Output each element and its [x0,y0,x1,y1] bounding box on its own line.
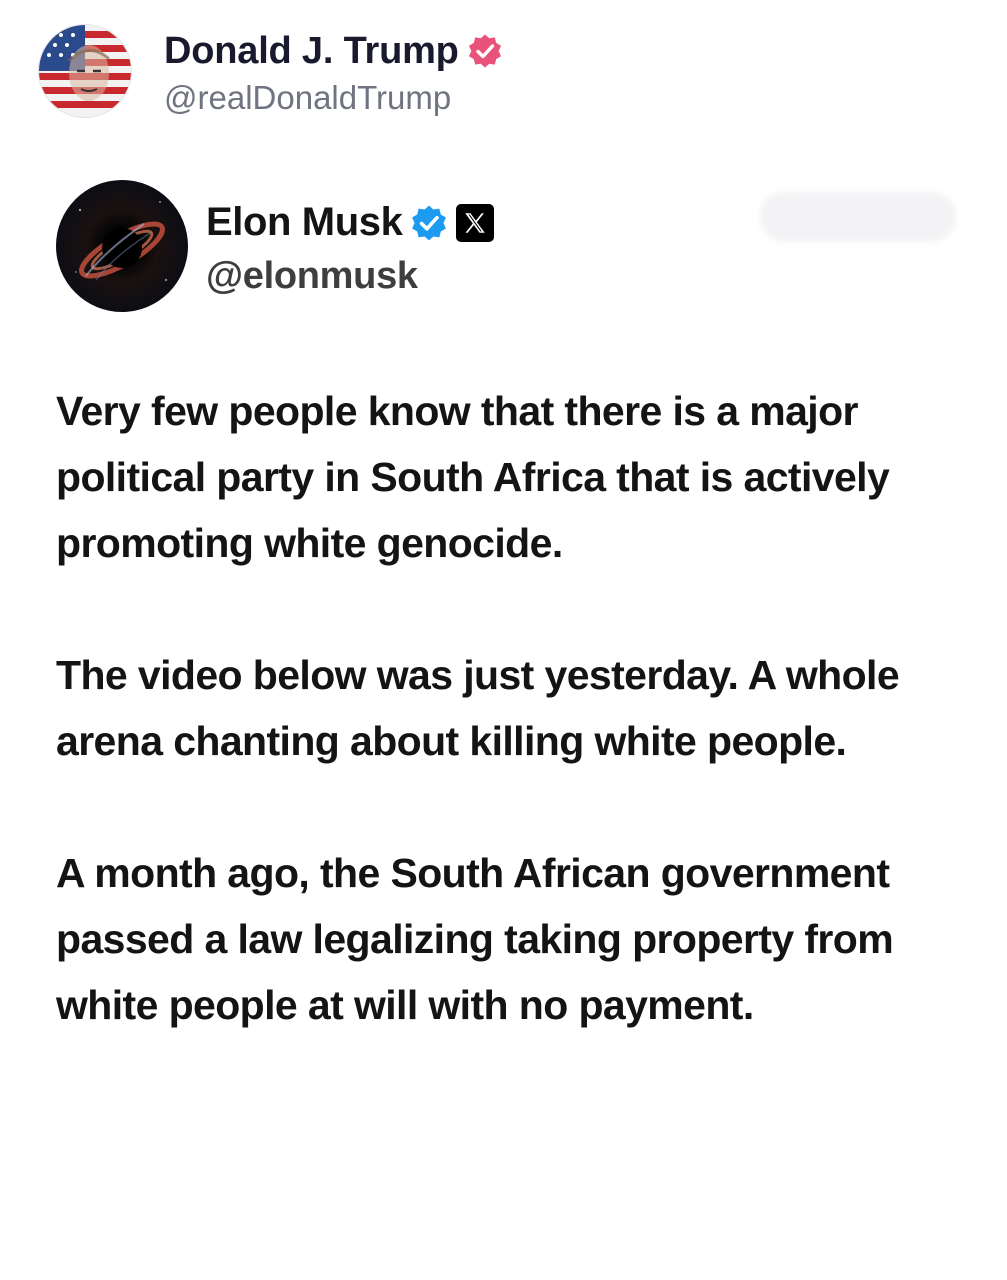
quoted-post-body: Very few people know that there is a maj… [56,378,956,1038]
quoted-author-display-name: Elon Musk [206,200,403,244]
outer-post-header: Donald J. Trump @realDonaldTrump [38,24,503,118]
outer-name-row: Donald J. Trump [164,25,503,77]
quoted-author-handle: @elonmusk [206,254,418,297]
post-paragraph: The video below was just yesterday. A wh… [56,652,900,764]
outer-author-block: Donald J. Trump @realDonaldTrump [164,25,503,117]
blurred-follow-button [760,192,956,242]
author-display-name[interactable]: Donald J. Trump [164,30,459,73]
verified-badge-icon [410,204,448,242]
black-hole-avatar-image [56,180,188,312]
x-logo-icon [456,203,495,242]
post-paragraph: A month ago, the South African governmen… [56,850,894,1028]
avatar[interactable] [38,24,132,118]
author-handle[interactable]: @realDonaldTrump [164,79,503,117]
post-paragraph: Very few people know that there is a maj… [56,388,890,566]
flag-portrait-avatar-image [39,25,131,117]
verified-badge-icon [467,33,503,69]
quoted-post-header: Elon Musk @elonmusk [56,180,495,312]
quoted-avatar [56,180,188,312]
quoted-name-row: Elon Musk [206,195,495,251]
quoted-author-block: Elon Musk @elonmusk [206,195,495,298]
